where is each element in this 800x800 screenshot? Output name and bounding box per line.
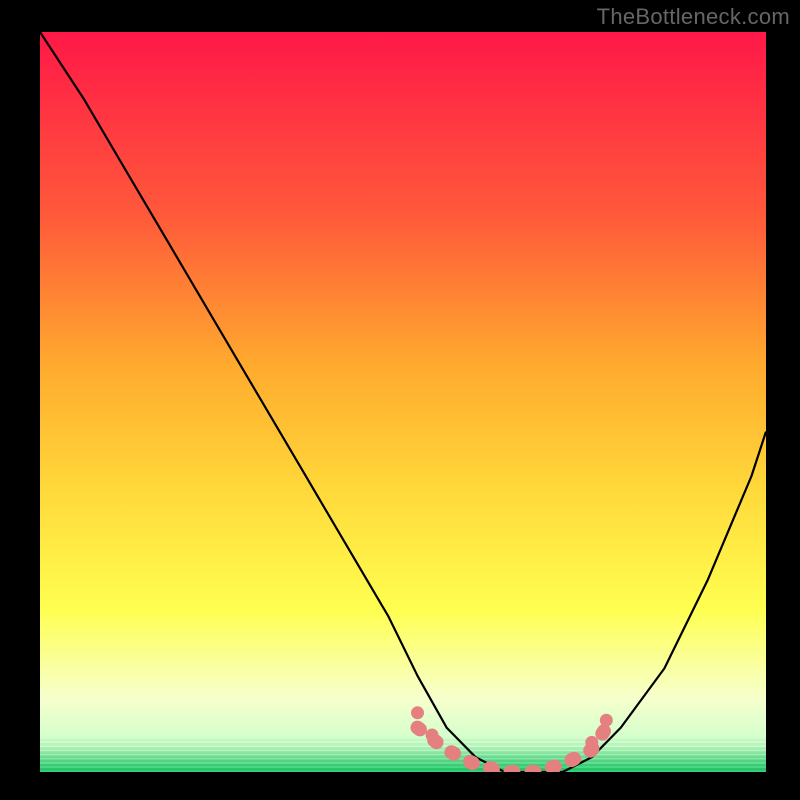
band-stripe bbox=[40, 743, 766, 746]
band-stripe bbox=[40, 768, 766, 771]
band-stripe bbox=[40, 751, 766, 754]
gradient-background bbox=[40, 32, 766, 772]
band-stripe bbox=[40, 760, 766, 763]
highlight-dot bbox=[411, 706, 424, 719]
highlight-dot bbox=[426, 729, 439, 742]
highlight-dot bbox=[600, 714, 613, 727]
watermark-text: TheBottleneck.com bbox=[597, 4, 790, 30]
plot-svg bbox=[40, 32, 766, 772]
band-stripe bbox=[40, 764, 766, 767]
highlight-dot bbox=[585, 736, 598, 749]
band-stripe bbox=[40, 739, 766, 742]
band-stripe bbox=[40, 755, 766, 758]
bottleneck-plot bbox=[40, 32, 766, 772]
band-stripe bbox=[40, 747, 766, 750]
chart-frame: TheBottleneck.com bbox=[0, 0, 800, 800]
